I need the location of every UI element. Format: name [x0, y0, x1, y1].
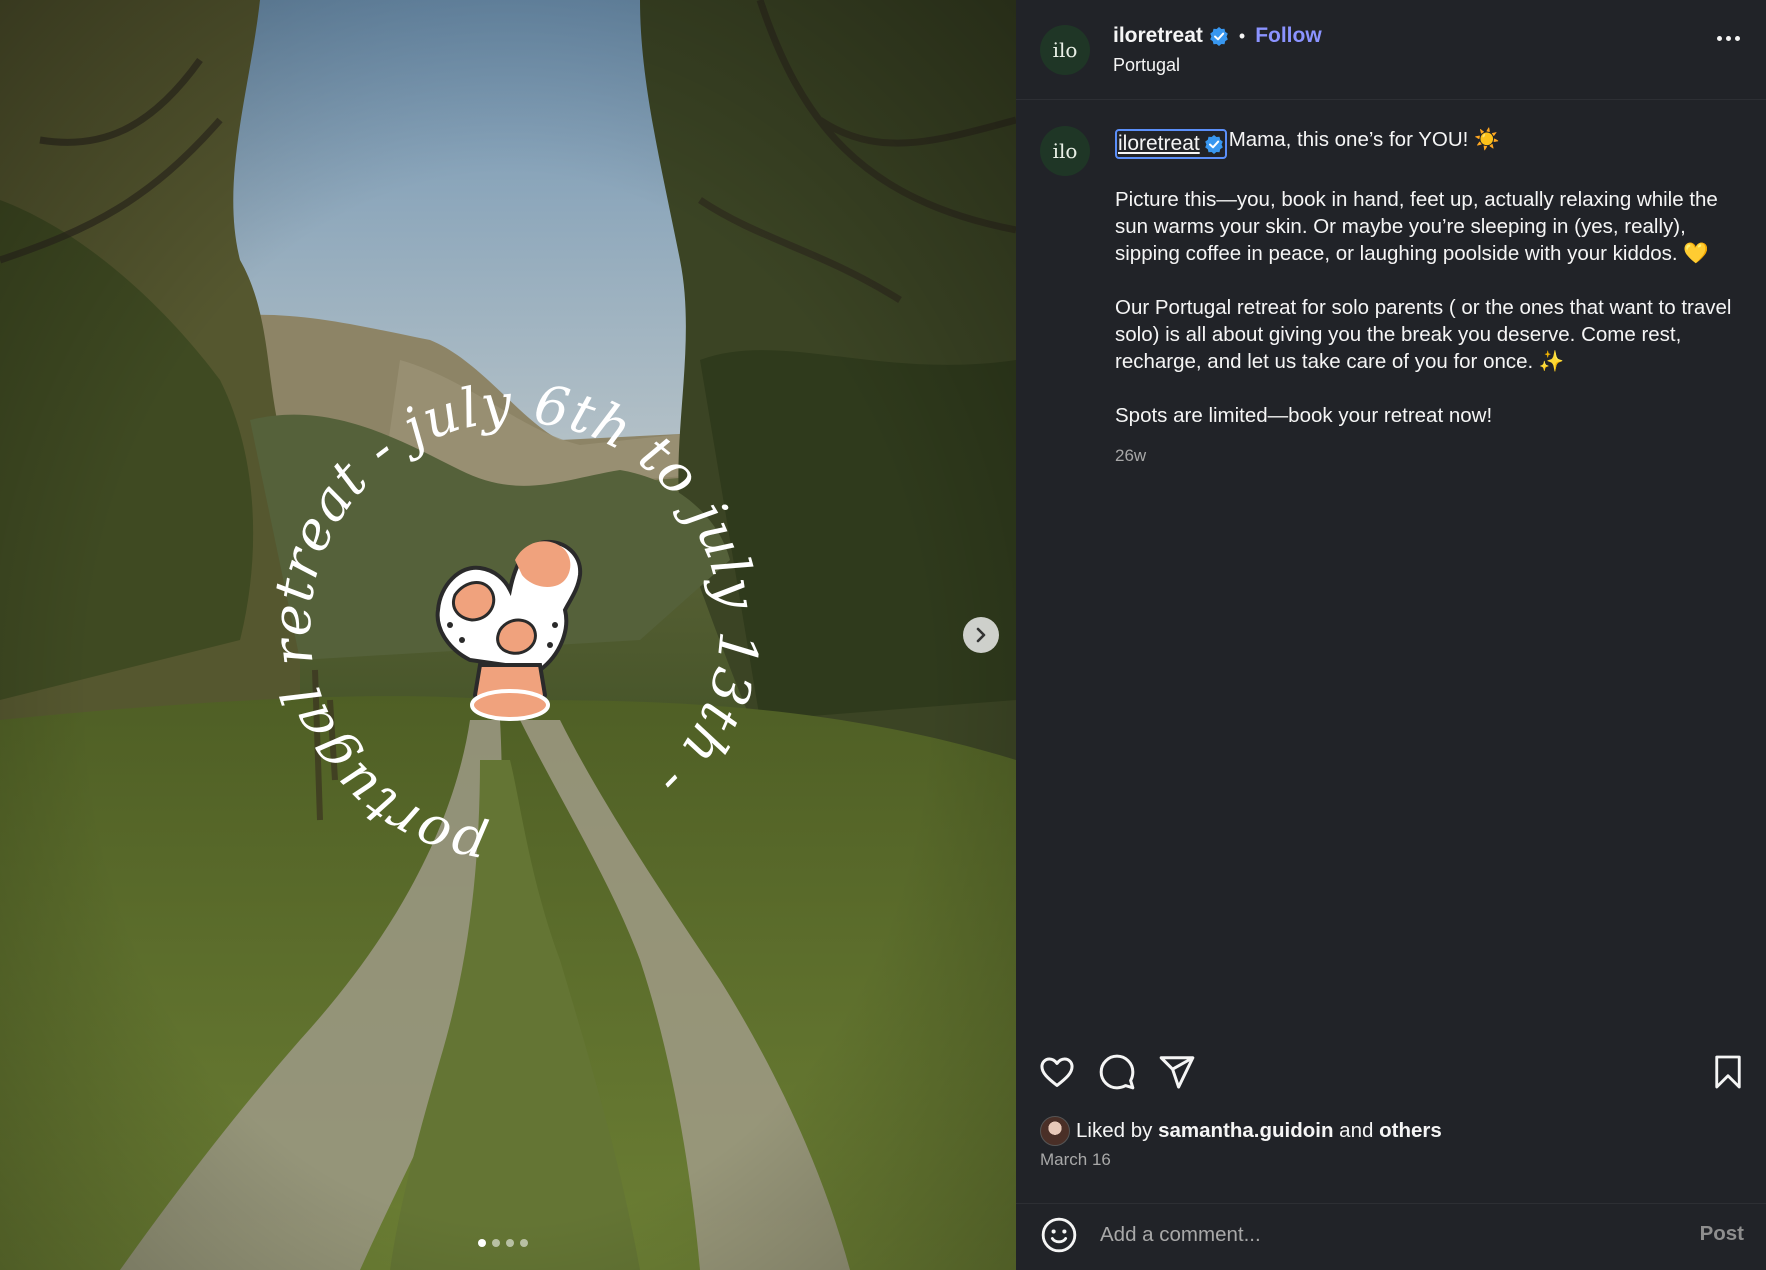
carousel-dot [506, 1239, 514, 1247]
circular-title-overlay: portugal retreat - july 6th to july 13th… [260, 372, 770, 880]
comment-icon[interactable] [1098, 1053, 1136, 1091]
heart-icon[interactable] [1038, 1053, 1076, 1091]
carousel-dot [492, 1239, 500, 1247]
caption-timestamp[interactable]: 26w [1115, 442, 1745, 469]
liker-avatar[interactable] [1040, 1116, 1070, 1146]
verified-badge-icon [1204, 134, 1223, 154]
liker-username[interactable]: samantha.guidoin [1158, 1119, 1333, 1143]
more-horizontal-icon [1717, 36, 1722, 41]
author-avatar[interactable]: ilo [1040, 25, 1090, 75]
post-header: ilo iloretreat • Follow Portugal [1016, 0, 1766, 100]
follow-button[interactable]: Follow [1255, 24, 1322, 48]
caption-line-3: Our Portugal retreat for solo parents ( … [1115, 295, 1732, 373]
chevron-right-icon [976, 627, 986, 643]
likes-others-link[interactable]: others [1379, 1119, 1442, 1143]
share-icon[interactable] [1158, 1053, 1196, 1091]
post-caption: iloretreat Mama, this one’s for YOU! ☀️ … [1115, 126, 1745, 469]
caption-line-1: Mama, this one’s for YOU! ☀️ [1228, 128, 1500, 151]
post-location[interactable]: Portugal [1113, 55, 1180, 76]
likes-conjunction: and [1339, 1119, 1374, 1142]
emoji-icon[interactable] [1040, 1216, 1078, 1254]
header-separator: • [1238, 25, 1246, 46]
post-side-panel: ilo iloretreat • Follow Portugal ilo ilo… [1016, 0, 1766, 1270]
likes-prefix: Liked by [1076, 1119, 1153, 1142]
instagram-post-view: portugal retreat - july 6th to july 13th… [0, 0, 1766, 1270]
comment-bar: Post [1016, 1203, 1766, 1270]
next-slide-button[interactable] [963, 617, 999, 653]
carousel-dot [520, 1239, 528, 1247]
post-date[interactable]: March 16 [1040, 1150, 1111, 1170]
more-options-button[interactable] [1717, 36, 1740, 41]
author-username[interactable]: iloretreat [1113, 24, 1203, 48]
likes-summary: Liked by samantha.guidoin and others [1040, 1116, 1442, 1146]
bookmark-icon[interactable] [1710, 1053, 1746, 1091]
caption-line-2: Picture this—you, book in hand, feet up,… [1115, 187, 1718, 265]
caption-username-link[interactable]: iloretreat [1115, 128, 1227, 159]
caption-author-avatar[interactable]: ilo [1040, 126, 1090, 176]
carousel-indicator [478, 1239, 528, 1247]
caption-username[interactable]: iloretreat [1118, 130, 1200, 157]
post-media[interactable]: portugal retreat - july 6th to july 13th… [0, 0, 1016, 1270]
post-comment-button[interactable]: Post [1700, 1222, 1744, 1246]
action-bar [1016, 1053, 1766, 1097]
carousel-dot-active [478, 1239, 486, 1247]
caption-line-4: Spots are limited—book your retreat now! [1115, 403, 1493, 427]
rooster-logo-icon [435, 539, 583, 721]
verified-badge-icon [1210, 27, 1228, 46]
comment-input[interactable] [1100, 1218, 1660, 1252]
